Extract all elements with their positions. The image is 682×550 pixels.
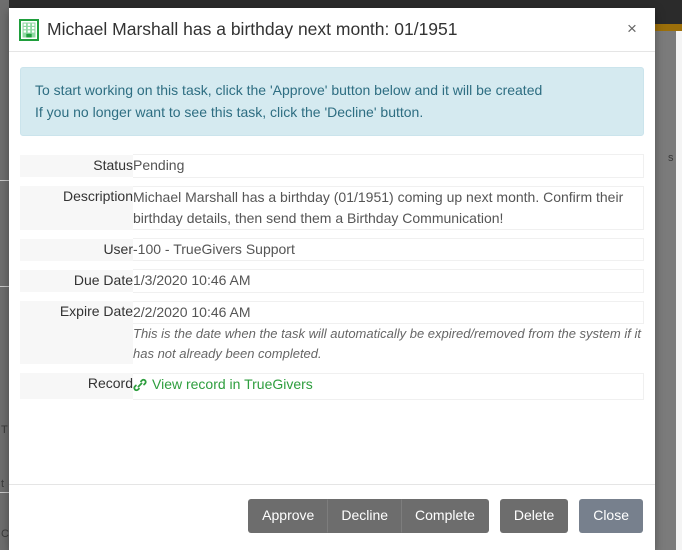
backdrop-left-strip xyxy=(0,0,9,550)
row-spacer xyxy=(20,261,644,270)
table-row-expire-date: Expire Date 2/2/2020 10:46 AM xyxy=(20,300,644,365)
backdrop-amber-strip xyxy=(655,24,682,31)
task-action-button-group: Approve Decline Complete xyxy=(248,499,489,533)
table-row-description: Description Michael Marshall has a birth… xyxy=(20,185,644,231)
table-row-status: Status Pending xyxy=(20,154,644,178)
table-row-record: Record View record in TrueGivers xyxy=(20,372,644,400)
backdrop-ghost-text: s xyxy=(668,152,674,164)
row-spacer xyxy=(20,364,644,373)
instructions-alert: To start working on this task, click the… xyxy=(20,67,644,137)
alert-line-2: If you no longer want to see this task, … xyxy=(35,103,424,120)
backdrop-top-right-strip xyxy=(655,0,682,24)
row-spacer xyxy=(20,230,644,239)
modal-footer: Approve Decline Complete Delete Close xyxy=(9,484,655,550)
view-record-link-label: View record in TrueGivers xyxy=(152,375,313,392)
task-detail-modal: Michael Marshall has a birthday next mon… xyxy=(9,8,655,550)
alert-line-1: To start working on this task, click the… xyxy=(35,82,543,98)
backdrop-divider xyxy=(0,286,9,287)
backdrop-divider xyxy=(0,180,9,181)
field-label-status: Status xyxy=(20,154,133,178)
backdrop-ghost-text: T xyxy=(1,424,8,436)
table-row-user: User -100 - TrueGivers Support xyxy=(20,238,644,262)
field-value-expire-date: 2/2/2020 10:46 AM xyxy=(133,300,644,324)
field-label-record: Record xyxy=(20,373,133,400)
backdrop-ghost-text: t xyxy=(1,478,5,490)
table-row-due-date: Due Date 1/3/2020 10:46 AM xyxy=(20,269,644,293)
field-value-record: View record in TrueGivers xyxy=(133,372,644,400)
close-button[interactable]: Close xyxy=(579,499,643,533)
modal-body: To start working on this task, click the… xyxy=(9,52,655,484)
complete-button[interactable]: Complete xyxy=(401,499,489,533)
close-icon[interactable]: × xyxy=(621,18,643,40)
delete-button[interactable]: Delete xyxy=(499,499,569,533)
decline-button[interactable]: Decline xyxy=(327,499,403,533)
backdrop-top-strip xyxy=(0,0,682,8)
backdrop-divider xyxy=(0,492,9,493)
row-spacer xyxy=(20,177,644,186)
field-value-status: Pending xyxy=(133,154,644,178)
view-record-link[interactable]: View record in TrueGivers xyxy=(133,374,313,395)
field-value-user: -100 - TrueGivers Support xyxy=(133,238,644,262)
field-value-description: Michael Marshall has a birthday (01/1951… xyxy=(133,185,644,231)
field-label-expire-date: Expire Date xyxy=(20,301,133,365)
modal-title: Michael Marshall has a birthday next mon… xyxy=(47,19,458,39)
field-label-description: Description xyxy=(20,186,133,230)
approve-button[interactable]: Approve xyxy=(248,499,329,533)
field-label-user: User xyxy=(20,238,133,261)
chain-link-icon xyxy=(133,377,147,392)
field-value-due-date: 1/3/2020 10:46 AM xyxy=(133,269,644,293)
row-spacer xyxy=(20,292,644,301)
backdrop-ghost-text: C xyxy=(1,528,9,540)
building-icon xyxy=(19,18,39,41)
modal-header: Michael Marshall has a birthday next mon… xyxy=(9,8,655,52)
page-scrollbar[interactable] xyxy=(676,31,682,550)
task-details-table: Status Pending Description Michael Marsh… xyxy=(20,154,644,400)
field-label-due-date: Due Date xyxy=(20,269,133,293)
field-help-expire-date: This is the date when the task will auto… xyxy=(133,323,644,365)
